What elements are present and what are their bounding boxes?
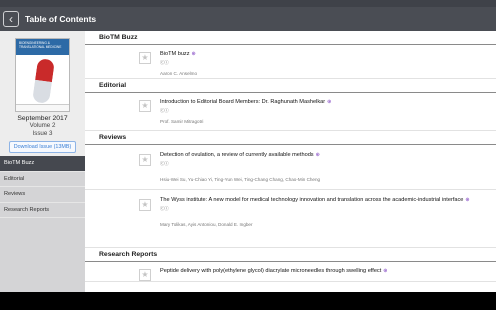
section-nav: BioTM Buzz Editorial Reviews Research Repor…: [0, 156, 85, 218]
article-title[interactable]: The Wyss institute: A new model for medi…: [160, 197, 480, 205]
article-title[interactable]: BioTM buzz ⊕: [160, 51, 480, 59]
section-header: Reviews: [85, 131, 496, 145]
star-icon[interactable]: ★: [139, 52, 151, 64]
cover-footer: [16, 104, 69, 111]
table-of-contents-list[interactable]: BioTM Buzz ★ BioTM buzz ⊕ ⓒⓘ Aaron C. Anselmo…: [85, 31, 496, 292]
back-button[interactable]: ‹: [3, 11, 19, 27]
cover-journal-title: BIOENGINEERING & TRANSLATIONAL MEDICINE: [19, 41, 62, 49]
article-row[interactable]: ★ Peptide delivery with poly(ethylene gly…: [85, 262, 496, 282]
section-header: Research Reports: [85, 248, 496, 262]
article-title[interactable]: Peptide delivery with poly(ethylene glyc…: [160, 268, 480, 276]
article-title-text: Introduction to Editorial Board Members:…: [160, 99, 326, 105]
article-row[interactable]: ★ The Wyss institute: A new model for med…: [85, 190, 496, 248]
sidebar-item-reviews[interactable]: Reviews: [0, 187, 85, 203]
open-lock-icon: ⊕: [191, 51, 196, 57]
article-authors: Hsiu-Wei Su, Yu-Chiao Yi, Ting-Yun Wei, …: [160, 176, 321, 182]
section-header: BioTM Buzz: [85, 31, 496, 45]
sidebar: BIOENGINEERING & TRANSLATIONAL MEDICINE …: [0, 31, 85, 292]
open-lock-icon: ⊕: [465, 197, 470, 203]
article-title-text: Detection of ovulation, a review of curr…: [160, 152, 314, 158]
issue-cover-image[interactable]: BIOENGINEERING & TRANSLATIONAL MEDICINE: [15, 38, 70, 112]
open-lock-icon: ⊕: [327, 99, 332, 105]
article-authors: Mary Tolikas, Ayis Antoniou, Donald E. I…: [160, 221, 253, 227]
app-bar: ‹ Table of Contents: [0, 7, 496, 31]
section-header: Editorial: [85, 79, 496, 93]
open-access-license-icon: ⓒⓘ: [160, 59, 169, 65]
star-icon[interactable]: ★: [139, 100, 151, 112]
open-access-license-icon: ⓒⓘ: [160, 205, 169, 211]
article-title-text: The Wyss institute: A new model for medi…: [160, 197, 464, 203]
article-row[interactable]: ★ Detection of ovulation, a review of cur…: [85, 145, 496, 190]
article-row[interactable]: ★ Introduction to Editorial Board Members…: [85, 93, 496, 131]
system-navigation-bar: [0, 292, 496, 310]
article-title-text: BioTM buzz: [160, 51, 190, 57]
star-icon[interactable]: ★: [139, 154, 151, 166]
star-icon[interactable]: ★: [139, 199, 151, 211]
open-lock-icon: ⊕: [383, 268, 388, 274]
star-icon[interactable]: ★: [139, 269, 151, 281]
open-access-license-icon: ⓒⓘ: [160, 160, 169, 166]
issue-date: September 2017: [17, 115, 68, 122]
page-title: Table of Contents: [25, 14, 97, 24]
issue-info: BIOENGINEERING & TRANSLATIONAL MEDICINE …: [0, 31, 85, 156]
system-status-bar: [0, 0, 496, 7]
open-access-license-icon: ⓒⓘ: [160, 107, 169, 113]
download-issue-button[interactable]: Download Issue (13MB): [8, 140, 77, 153]
article-title[interactable]: Detection of ovulation, a review of curr…: [160, 152, 480, 160]
article-authors: Prof. Samir Mitragotri: [160, 118, 204, 124]
article-title[interactable]: Introduction to Editorial Board Members:…: [160, 99, 480, 107]
sidebar-item-research-reports[interactable]: Research Reports: [0, 202, 85, 218]
article-authors: Aaron C. Anselmo: [160, 70, 198, 76]
article-row[interactable]: ★ BioTM buzz ⊕ ⓒⓘ Aaron C. Anselmo: [85, 45, 496, 79]
article-title-text: Peptide delivery with poly(ethylene glyc…: [160, 268, 382, 274]
sidebar-item-biotm-buzz[interactable]: BioTM Buzz: [0, 156, 85, 172]
issue-volume: Volume 2: [29, 122, 56, 129]
issue-number: Issue 3: [32, 129, 53, 137]
pill-capsule-illustration: [32, 58, 55, 104]
chevron-left-icon: ‹: [9, 12, 13, 26]
open-lock-icon: ⊕: [315, 152, 320, 158]
sidebar-item-editorial[interactable]: Editorial: [0, 171, 85, 187]
